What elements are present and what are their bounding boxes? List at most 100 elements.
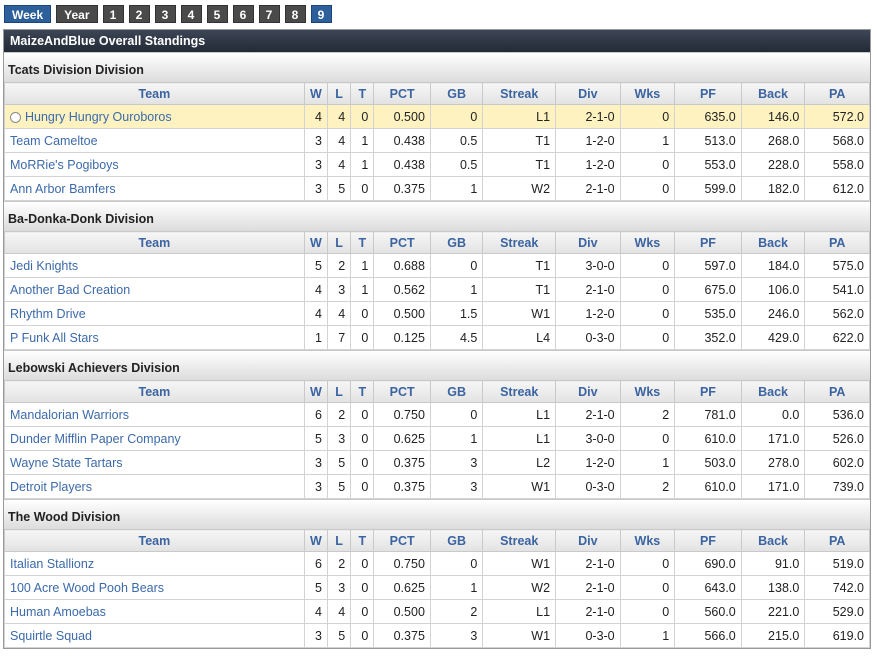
column-header-pa[interactable]: PA bbox=[804, 529, 870, 552]
team-link[interactable]: Italian Stallionz bbox=[10, 557, 94, 571]
column-header-div[interactable]: Div bbox=[555, 380, 621, 403]
column-header-div[interactable]: Div bbox=[555, 82, 621, 105]
week-2-button[interactable]: 2 bbox=[128, 5, 150, 23]
column-header-pa[interactable]: PA bbox=[804, 82, 870, 105]
team-link[interactable]: Team Cameltoe bbox=[10, 134, 98, 148]
week-7-button[interactable]: 7 bbox=[258, 5, 280, 23]
tab-week[interactable]: Week bbox=[4, 5, 52, 23]
column-header-team[interactable]: Team bbox=[4, 380, 305, 403]
week-5-button[interactable]: 5 bbox=[206, 5, 228, 23]
team-link[interactable]: Wayne State Tartars bbox=[10, 456, 123, 470]
team-link[interactable]: Jedi Knights bbox=[10, 259, 78, 273]
column-header-pct[interactable]: PCT bbox=[373, 82, 431, 105]
team-link[interactable]: Ann Arbor Bamfers bbox=[10, 182, 116, 196]
column-header-l[interactable]: L bbox=[326, 380, 352, 403]
cell-back: 171.0 bbox=[740, 474, 806, 499]
division-heading: Ba-Donka-Donk Division bbox=[4, 201, 870, 231]
week-9-button[interactable]: 9 bbox=[310, 5, 332, 23]
column-header-streak[interactable]: Streak bbox=[482, 231, 557, 254]
cell-w: 5 bbox=[303, 253, 328, 278]
team-link[interactable]: Mandalorian Warriors bbox=[10, 408, 129, 422]
cell-l: 4 bbox=[326, 128, 352, 153]
column-header-w[interactable]: W bbox=[303, 380, 328, 403]
cell-l: 3 bbox=[326, 277, 352, 302]
column-header-l[interactable]: L bbox=[326, 82, 352, 105]
column-header-l[interactable]: L bbox=[326, 231, 352, 254]
column-header-div[interactable]: Div bbox=[555, 231, 621, 254]
cell-pct: 0.125 bbox=[373, 325, 431, 350]
team-link[interactable]: P Funk All Stars bbox=[10, 331, 99, 345]
team-link[interactable]: Squirtle Squad bbox=[10, 629, 92, 643]
table-row: Team Cameltoe 3 4 1 0.438 0.5 T1 1-2-0 1 513.0 268… bbox=[4, 128, 870, 153]
standings-title: MaizeAndBlue Overall Standings bbox=[4, 30, 870, 52]
column-header-t[interactable]: T bbox=[350, 82, 375, 105]
column-header-pct[interactable]: PCT bbox=[373, 529, 431, 552]
table-header-row: Team W L T PCT GB Streak Div Wks PF Back PA bbox=[4, 529, 870, 552]
cell-gb: 4.5 bbox=[429, 325, 484, 350]
cell-w: 3 bbox=[303, 176, 328, 201]
team-link[interactable]: Human Amoebas bbox=[10, 605, 106, 619]
column-header-back[interactable]: Back bbox=[740, 380, 806, 403]
cell-wks: 0 bbox=[619, 277, 676, 302]
column-header-w[interactable]: W bbox=[303, 529, 328, 552]
column-header-streak[interactable]: Streak bbox=[482, 380, 557, 403]
column-header-w[interactable]: W bbox=[303, 82, 328, 105]
team-link[interactable]: 100 Acre Wood Pooh Bears bbox=[10, 581, 164, 595]
column-header-team[interactable]: Team bbox=[4, 82, 305, 105]
tab-year[interactable]: Year bbox=[56, 5, 98, 23]
column-header-back[interactable]: Back bbox=[740, 231, 806, 254]
column-header-wks[interactable]: Wks bbox=[619, 529, 676, 552]
column-header-team[interactable]: Team bbox=[4, 231, 305, 254]
column-header-t[interactable]: T bbox=[350, 231, 375, 254]
column-header-pf[interactable]: PF bbox=[674, 380, 742, 403]
table-row: Jedi Knights 5 2 1 0.688 0 T1 3-0-0 0 597.0 184.0 5… bbox=[4, 253, 870, 278]
week-8-button[interactable]: 8 bbox=[284, 5, 306, 23]
column-header-l[interactable]: L bbox=[326, 529, 352, 552]
cell-l: 3 bbox=[326, 426, 352, 451]
week-1-button[interactable]: 1 bbox=[102, 5, 124, 23]
team-link[interactable]: Detroit Players bbox=[10, 480, 92, 494]
cell-pct: 0.688 bbox=[373, 253, 431, 278]
column-header-pf[interactable]: PF bbox=[674, 231, 742, 254]
column-header-t[interactable]: T bbox=[350, 380, 375, 403]
column-header-team[interactable]: Team bbox=[4, 529, 305, 552]
column-header-pa[interactable]: PA bbox=[804, 231, 870, 254]
week-6-button[interactable]: 6 bbox=[232, 5, 254, 23]
column-header-streak[interactable]: Streak bbox=[482, 529, 557, 552]
week-4-button[interactable]: 4 bbox=[180, 5, 202, 23]
column-header-gb[interactable]: GB bbox=[429, 82, 484, 105]
column-header-pct[interactable]: PCT bbox=[373, 231, 431, 254]
team-link[interactable]: Rhythm Drive bbox=[10, 307, 86, 321]
cell-pct: 0.375 bbox=[373, 623, 431, 648]
cell-pct: 0.500 bbox=[373, 599, 431, 624]
column-header-pa[interactable]: PA bbox=[804, 380, 870, 403]
cell-pa: 529.0 bbox=[804, 599, 870, 624]
cell-div: 2-1-0 bbox=[555, 402, 621, 427]
column-header-back[interactable]: Back bbox=[740, 82, 806, 105]
cell-t: 0 bbox=[350, 402, 375, 427]
column-header-wks[interactable]: Wks bbox=[619, 380, 676, 403]
column-header-gb[interactable]: GB bbox=[429, 529, 484, 552]
column-header-pct[interactable]: PCT bbox=[373, 380, 431, 403]
column-header-w[interactable]: W bbox=[303, 231, 328, 254]
column-header-gb[interactable]: GB bbox=[429, 231, 484, 254]
cell-pf: 566.0 bbox=[674, 623, 742, 648]
column-header-wks[interactable]: Wks bbox=[619, 82, 676, 105]
cell-streak: W2 bbox=[482, 176, 557, 201]
column-header-pf[interactable]: PF bbox=[674, 82, 742, 105]
cell-l: 5 bbox=[326, 474, 352, 499]
column-header-pf[interactable]: PF bbox=[674, 529, 742, 552]
column-header-div[interactable]: Div bbox=[555, 529, 621, 552]
column-header-back[interactable]: Back bbox=[740, 529, 806, 552]
column-header-t[interactable]: T bbox=[350, 529, 375, 552]
week-3-button[interactable]: 3 bbox=[154, 5, 176, 23]
team-link[interactable]: Hungry Hungry Ouroboros bbox=[25, 110, 172, 124]
team-link[interactable]: Dunder Mifflin Paper Company bbox=[10, 432, 181, 446]
team-link[interactable]: Another Bad Creation bbox=[10, 283, 130, 297]
team-link[interactable]: MoRRie's Pogiboys bbox=[10, 158, 119, 172]
cell-t: 0 bbox=[350, 474, 375, 499]
column-header-gb[interactable]: GB bbox=[429, 380, 484, 403]
column-header-wks[interactable]: Wks bbox=[619, 231, 676, 254]
cell-t: 1 bbox=[350, 253, 375, 278]
column-header-streak[interactable]: Streak bbox=[482, 82, 557, 105]
